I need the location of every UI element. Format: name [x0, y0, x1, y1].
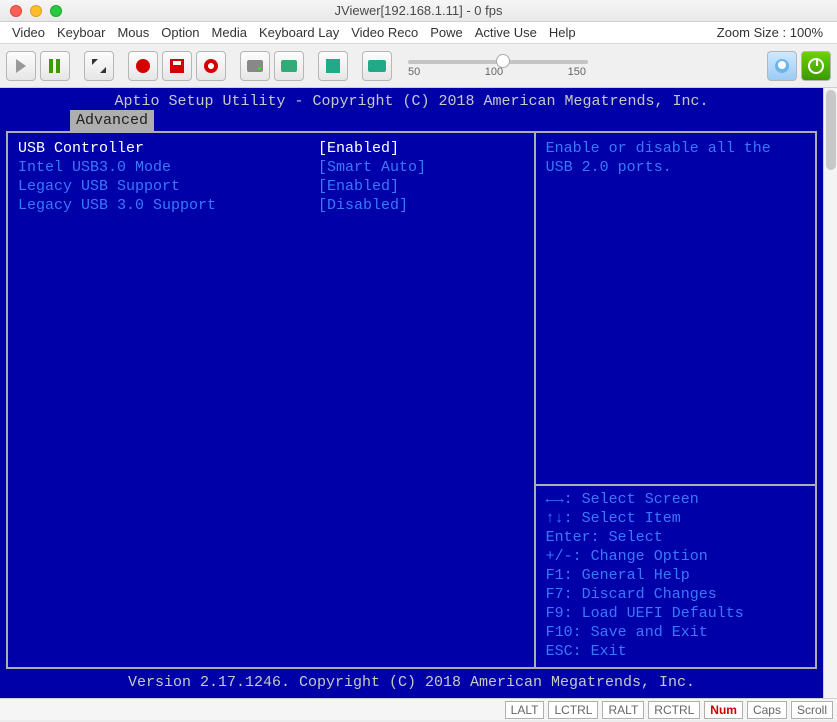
user-button[interactable] [767, 51, 797, 81]
menu-video-record[interactable]: Video Reco [345, 25, 424, 40]
record-icon [136, 59, 150, 73]
zoom-size-label: Zoom Size : 100% [717, 25, 831, 40]
divider [536, 484, 815, 486]
status-num: Num [704, 701, 743, 719]
viewport-row: Aptio Setup Utility - Copyright (C) 2018… [0, 88, 837, 698]
chip-icon [326, 59, 340, 73]
fullscreen-button[interactable] [84, 51, 114, 81]
power-icon [808, 58, 824, 74]
slider-min: 50 [408, 66, 420, 78]
disc-button[interactable] [196, 51, 226, 81]
status-lalt: LALT [505, 701, 545, 719]
hint-select-screen: ←→: Select Screen [546, 490, 805, 509]
hdd-icon [247, 60, 263, 72]
bios-key-hints: ←→: Select Screen ↑↓: Select Item Enter:… [546, 490, 805, 661]
floppy-icon [170, 59, 184, 73]
hint-f7: F7: Discard Changes [546, 585, 805, 604]
setting-label: Legacy USB Support [18, 177, 318, 196]
close-icon[interactable] [10, 5, 22, 17]
menu-keyboard[interactable]: Keyboar [51, 25, 111, 40]
hdd-button[interactable] [240, 51, 270, 81]
status-ralt: RALT [602, 701, 644, 719]
slider-labels: 50 100 150 [408, 66, 586, 78]
bios-help-panel: Enable or disable all the USB 2.0 ports.… [534, 131, 817, 669]
status-lctrl: LCTRL [548, 701, 598, 719]
minimize-icon[interactable] [30, 5, 42, 17]
hint-f1: F1: General Help [546, 566, 805, 585]
menu-media[interactable]: Media [206, 25, 253, 40]
status-scroll: Scroll [791, 701, 833, 719]
window-title: JViewer[192.168.1.11] - 0 fps [0, 3, 837, 18]
disc-icon [204, 59, 218, 73]
bios-tabs: Advanced [2, 111, 821, 131]
setting-legacy-usb3-support[interactable]: Legacy USB 3.0 Support [Disabled] [18, 196, 524, 215]
hint-f10: F10: Save and Exit [546, 623, 805, 642]
menubar: Video Keyboar Mous Option Media Keyboard… [0, 22, 837, 44]
titlebar: JViewer[192.168.1.11] - 0 fps [0, 0, 837, 22]
scrollbar[interactable] [823, 88, 837, 698]
fullscreen-icon [92, 59, 106, 73]
setting-value: [Enabled] [318, 139, 399, 158]
keyboard-icon [368, 60, 386, 72]
keyboard-button[interactable] [362, 51, 392, 81]
slider-thumb[interactable] [496, 54, 510, 68]
setting-value: [Enabled] [318, 177, 399, 196]
save-button[interactable] [162, 51, 192, 81]
menu-video[interactable]: Video [6, 25, 51, 40]
bios-body: USB Controller [Enabled] Intel USB3.0 Mo… [6, 131, 817, 669]
pause-icon [49, 59, 61, 73]
bios-footer: Version 2.17.1246. Copyright (C) 2018 Am… [2, 671, 821, 696]
menu-options[interactable]: Option [155, 25, 205, 40]
setting-legacy-usb-support[interactable]: Legacy USB Support [Enabled] [18, 177, 524, 196]
menu-active-users[interactable]: Active Use [469, 25, 543, 40]
bios-settings-panel: USB Controller [Enabled] Intel USB3.0 Mo… [6, 131, 534, 669]
setting-intel-usb3-mode[interactable]: Intel USB3.0 Mode [Smart Auto] [18, 158, 524, 177]
slider-track[interactable] [408, 60, 588, 64]
hint-select-item: ↑↓: Select Item [546, 509, 805, 528]
statusbar: LALT LCTRL RALT RCTRL Num Caps Scroll [0, 698, 837, 720]
bios-header: Aptio Setup Utility - Copyright (C) 2018… [2, 90, 821, 111]
menu-keyboard-layout[interactable]: Keyboard Lay [253, 25, 345, 40]
toolbar: 50 100 150 [0, 44, 837, 88]
chip-button[interactable] [318, 51, 348, 81]
hdd-green-icon [281, 60, 297, 72]
setting-label: Intel USB3.0 Mode [18, 158, 318, 177]
play-button[interactable] [6, 51, 36, 81]
setting-value: [Disabled] [318, 196, 408, 215]
hint-esc: ESC: Exit [546, 642, 805, 661]
status-rctrl: RCTRL [648, 701, 700, 719]
play-icon [16, 59, 26, 73]
record-button[interactable] [128, 51, 158, 81]
menu-mouse[interactable]: Mous [111, 25, 155, 40]
pause-button[interactable] [40, 51, 70, 81]
menu-power[interactable]: Powe [424, 25, 469, 40]
hint-f9: F9: Load UEFI Defaults [546, 604, 805, 623]
user-icon [775, 59, 789, 73]
tab-advanced[interactable]: Advanced [70, 110, 154, 131]
setting-label: USB Controller [18, 139, 318, 158]
slider-max: 150 [568, 66, 586, 78]
hint-change: +/-: Change Option [546, 547, 805, 566]
zoom-slider[interactable]: 50 100 150 [408, 54, 588, 78]
power-button[interactable] [801, 51, 831, 81]
scrollbar-thumb[interactable] [826, 90, 836, 170]
setting-value: [Smart Auto] [318, 158, 426, 177]
hint-enter: Enter: Select [546, 528, 805, 547]
zoom-icon[interactable] [50, 5, 62, 17]
menu-help[interactable]: Help [543, 25, 582, 40]
hdd2-button[interactable] [274, 51, 304, 81]
setting-usb-controller[interactable]: USB Controller [Enabled] [18, 139, 524, 158]
status-caps: Caps [747, 701, 787, 719]
window-controls [10, 5, 62, 17]
bios-help-text: Enable or disable all the USB 2.0 ports. [546, 139, 805, 177]
bios-screen[interactable]: Aptio Setup Utility - Copyright (C) 2018… [0, 88, 823, 698]
setting-label: Legacy USB 3.0 Support [18, 196, 318, 215]
